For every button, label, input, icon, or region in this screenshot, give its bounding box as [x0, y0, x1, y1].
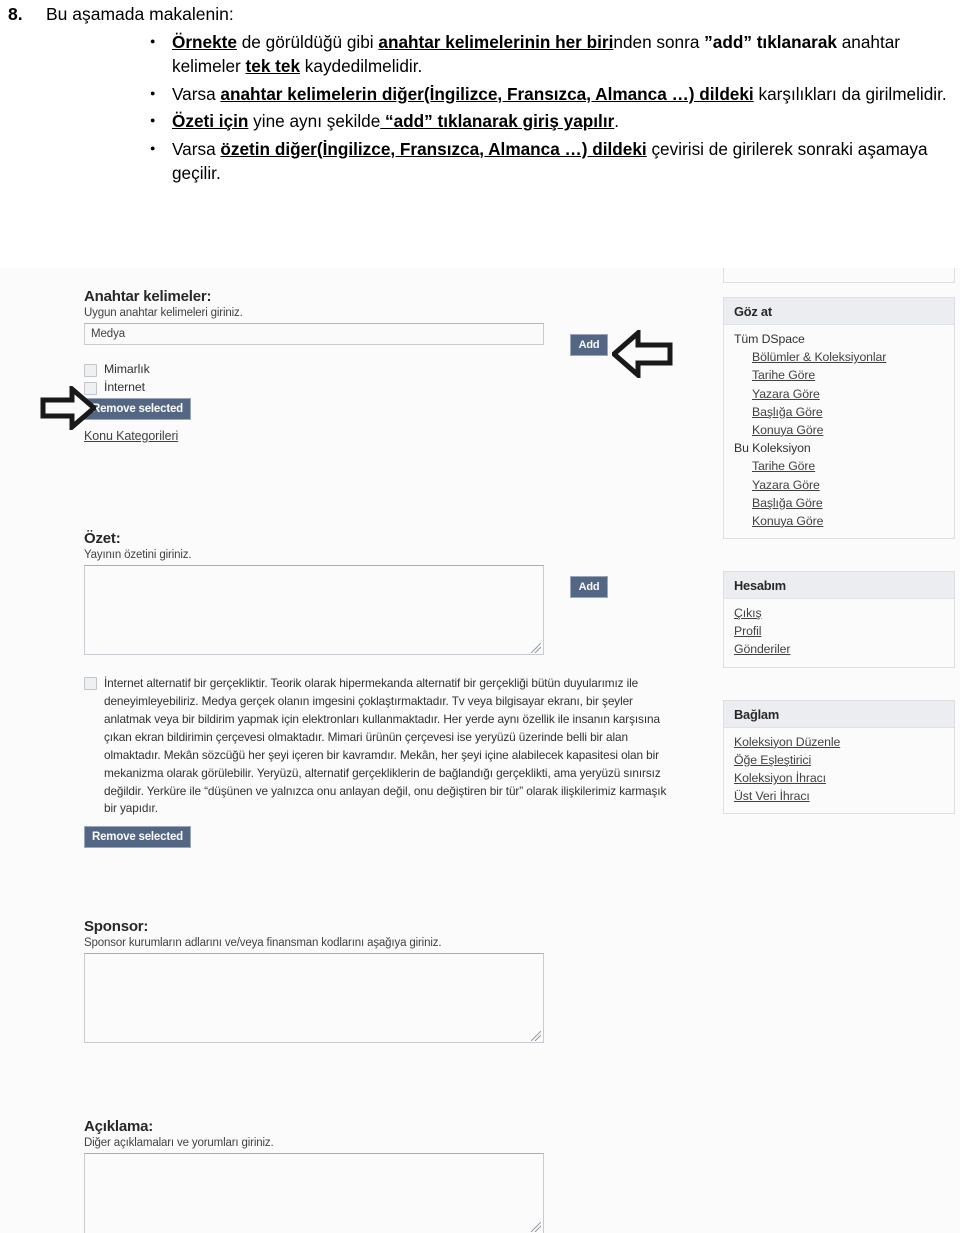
subject-categories-link[interactable]: Konu Kategorileri [84, 429, 178, 443]
context-box-body: Koleksiyon Düzenle Öğe Eşleştirici Kolek… [724, 728, 954, 814]
context-link-item-mapper[interactable]: Öğe Eşleştirici [734, 751, 944, 769]
item-intro-text: Bu aşamada makalenin: [46, 4, 234, 24]
abstract-hint: Yayının özetini giriniz. [84, 549, 192, 561]
bullet-text-run: anahtar kelimelerin diğer(İngilizce, Fra… [220, 83, 754, 104]
abstract-label: Özet: [84, 530, 121, 547]
keyword-checkbox-row[interactable]: İnternet [84, 380, 704, 395]
document-text-block: 8. Bu aşamada makalenin: Örnekte de görü… [0, 0, 960, 188]
field-keywords: Anahtar kelimeler: Uygun anahtar kelimel… [84, 288, 704, 445]
bullet-text-run: özetin diğer(İngilizce, Fransızca, Alman… [220, 138, 647, 159]
sidebar-partial-box-above [723, 268, 955, 283]
keyword-checkbox-row[interactable]: Mimarlık [84, 362, 704, 377]
bullet-text-run: kaydedilmelidir. [300, 56, 423, 77]
abstract-remove-selected-button[interactable]: Remove selected [84, 826, 191, 849]
right-sidebar: Göz at Tüm DSpace Bölümler & Koleksiyonl… [723, 268, 955, 830]
bullet-item: Örnekte de görüldüğü gibi anahtar kelime… [0, 30, 960, 79]
browse-link-by-author[interactable]: Yazara Göre [734, 385, 944, 403]
keywords-hint: Uygun anahtar kelimeleri giriniz. [84, 307, 243, 319]
keywords-add-button[interactable]: Add [570, 334, 608, 356]
abstract-add-button[interactable]: Add [570, 576, 608, 598]
account-box-body: Çıkış Profil Gönderiler [724, 599, 954, 667]
context-link-edit-collection[interactable]: Koleksiyon Düzenle [734, 733, 944, 751]
sponsor-textarea[interactable] [84, 953, 544, 1043]
bullet-text-run: karşılıkları da girilmelidir. [753, 83, 947, 104]
bullet-text-run: Varsa [172, 83, 221, 104]
browse-group-label: Bu Koleksiyon [734, 441, 811, 456]
bullet-text-run: Özeti için [172, 111, 249, 132]
item-number: 8. [8, 4, 23, 24]
browse-box-body: Tüm DSpace Bölümler & Koleksiyonlar Tari… [724, 325, 954, 538]
description-hint: Diğer açıklamaları ve yorumları giriniz. [84, 1137, 274, 1149]
keywords-remove-selected-button[interactable]: Remove selected [84, 398, 191, 420]
browse-link-by-title[interactable]: Başlığa Göre [734, 403, 944, 421]
keyword-checkbox-label: Mimarlık [104, 362, 150, 376]
bullet-text-run: “add” tıklanarak giriş yapılır [380, 111, 615, 132]
sidebar-box-account: Hesabım Çıkış Profil Gönderiler [723, 571, 955, 668]
collection-link-by-subject[interactable]: Konuya Göre [734, 512, 944, 530]
numbered-item-heading: 8. Bu aşamada makalenin: [0, 0, 960, 26]
description-textarea[interactable] [84, 1153, 544, 1233]
account-link-submissions[interactable]: Gönderiler [734, 640, 944, 658]
embedded-dspace-screenshot: Anahtar kelimeler: Uygun anahtar kelimel… [0, 268, 960, 1233]
collection-link-by-author[interactable]: Yazara Göre [734, 476, 944, 494]
collection-link-by-title[interactable]: Başlığa Göre [734, 494, 944, 512]
keyword-checkbox-label: İnternet [104, 380, 145, 394]
bullet-text-run: yine aynı şekilde [248, 111, 381, 132]
browse-box-title: Göz at [724, 298, 954, 325]
browse-link-by-subject[interactable]: Konuya Göre [734, 421, 944, 439]
context-link-export-metadata[interactable]: Üst Veri İhracı [734, 787, 944, 805]
abstract-entry-text: İnternet alternatif bir gerçekliktir. Te… [104, 676, 667, 816]
field-abstract: Özet: Yayının özetini giriniz. Add İnter… [84, 530, 704, 849]
bullet-item: Varsa anahtar kelimelerin diğer(İngilizc… [0, 82, 960, 106]
checkbox-icon[interactable] [84, 364, 97, 377]
context-box-title: Bağlam [724, 700, 954, 728]
bullet-text-run: Örnekte [172, 31, 237, 52]
bullet-text-run: . [614, 111, 620, 132]
bullet-text-run: ”add” tıklanarak [704, 31, 837, 52]
account-link-profile[interactable]: Profil [734, 622, 944, 640]
description-label: Açıklama: [84, 1118, 154, 1135]
sidebar-box-browse: Göz at Tüm DSpace Bölümler & Koleksiyonl… [723, 297, 955, 540]
keywords-checkbox-list: Mimarlık İnternet [84, 362, 704, 395]
browse-group-label: Tüm DSpace [734, 332, 805, 346]
bullet-item: Özeti için yine aynı şekilde “add” tıkla… [0, 109, 960, 133]
abstract-textarea[interactable] [84, 565, 544, 655]
field-description: Açıklama: Diğer açıklamaları ve yorumlar… [84, 1118, 704, 1233]
bullet-text-run: Varsa [172, 138, 221, 159]
sponsor-label: Sponsor: [84, 918, 149, 935]
bullet-item: Varsa özetin diğer(İngilizce, Fransızca,… [0, 137, 960, 186]
bullet-text-run: nden sonra [613, 31, 705, 52]
context-link-export-collection[interactable]: Koleksiyon İhracı [734, 769, 944, 787]
keywords-input[interactable] [84, 323, 544, 345]
sidebar-box-context: Bağlam Koleksiyon Düzenle Öğe Eşleştiric… [723, 699, 955, 815]
sponsor-hint: Sponsor kurumların adlarını ve/veya fina… [84, 937, 442, 949]
keywords-label: Anahtar kelimeler: [84, 288, 212, 305]
bullet-list: Örnekte de görüldüğü gibi anahtar kelime… [0, 30, 960, 186]
bullet-text-run: anahtar kelimelerinin her biri [378, 31, 614, 52]
abstract-entry-row[interactable]: İnternet alternatif bir gerçekliktir. Te… [84, 675, 704, 818]
bullet-text-run: tek tek [245, 56, 301, 77]
checkbox-icon[interactable] [84, 677, 97, 690]
account-link-logout[interactable]: Çıkış [734, 604, 944, 622]
collection-link-by-date[interactable]: Tarihe Göre [734, 457, 944, 475]
arrow-pointing-left-at-add-button [612, 330, 673, 378]
browse-link-communities[interactable]: Bölümler & Koleksiyonlar [734, 348, 944, 366]
arrow-pointing-right-at-keyword-list [40, 386, 96, 430]
account-box-title: Hesabım [724, 572, 954, 600]
field-sponsor: Sponsor: Sponsor kurumların adlarını ve/… [84, 918, 704, 1043]
bullet-text-run: de görüldüğü gibi [236, 31, 379, 52]
browse-link-by-date[interactable]: Tarihe Göre [734, 366, 944, 384]
